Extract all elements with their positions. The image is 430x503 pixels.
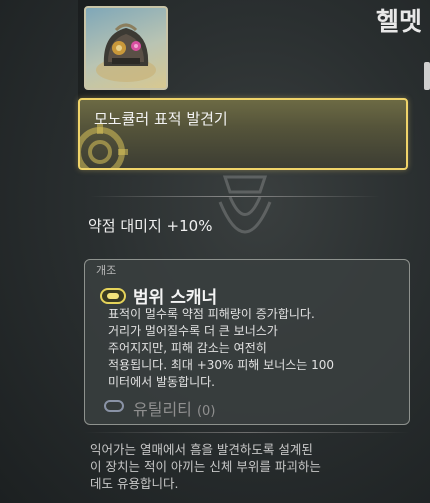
- utility-count: (0): [196, 404, 216, 419]
- modification-name: 범위 스캐너: [133, 288, 218, 308]
- capsule-mod-icon: [100, 288, 126, 304]
- helmet-icon[interactable]: [84, 6, 168, 90]
- utility-slot[interactable]: 유틸리티 (0): [133, 396, 215, 420]
- description-line: 미터에서 발동합니다.: [108, 375, 215, 389]
- divider: [90, 196, 380, 197]
- description-line: 표적이 멀수록 약점 피해량이 증가합니다.: [108, 307, 315, 321]
- description-line: 거리가 멀어질수록 더 큰 보너스가: [108, 324, 278, 338]
- lore-line: 이 장치는 적이 아끼는 신체 부위를 파괴하는: [90, 459, 321, 474]
- item-name-header: 모노큘러 표적 발견기: [78, 98, 408, 170]
- description-line: 주어지지만, 피해 감소는 여전히: [108, 341, 267, 355]
- weak-point-damage-stat: 약점 대미지 +10%: [88, 217, 213, 235]
- modification-section-label: 개조: [96, 264, 117, 277]
- utility-slot-icon: [104, 400, 124, 412]
- description-line: 적용됩니다. 최대 +30% 피해 보너스는 100: [108, 358, 335, 372]
- lore-text: 익어가는 열매에서 흠을 발견하도록 설계된 이 장치는 적이 아끼는 신체 부…: [90, 441, 410, 492]
- gear-emblem-icon: [80, 124, 128, 168]
- utility-label: 유틸리티: [133, 400, 192, 419]
- lore-line: 익어가는 열매에서 흠을 발견하도록 설계된: [90, 442, 313, 457]
- item-title: 헬멧: [375, 7, 422, 36]
- scroll-handle[interactable]: [424, 62, 430, 90]
- divider: [84, 432, 410, 433]
- decorative-emblem-icon: [218, 175, 272, 234]
- lore-line: 데도 유용합니다.: [90, 476, 179, 491]
- modification-description: 표적이 멀수록 약점 피해량이 증가합니다. 거리가 멀어질수록 더 큰 보너스…: [108, 306, 408, 391]
